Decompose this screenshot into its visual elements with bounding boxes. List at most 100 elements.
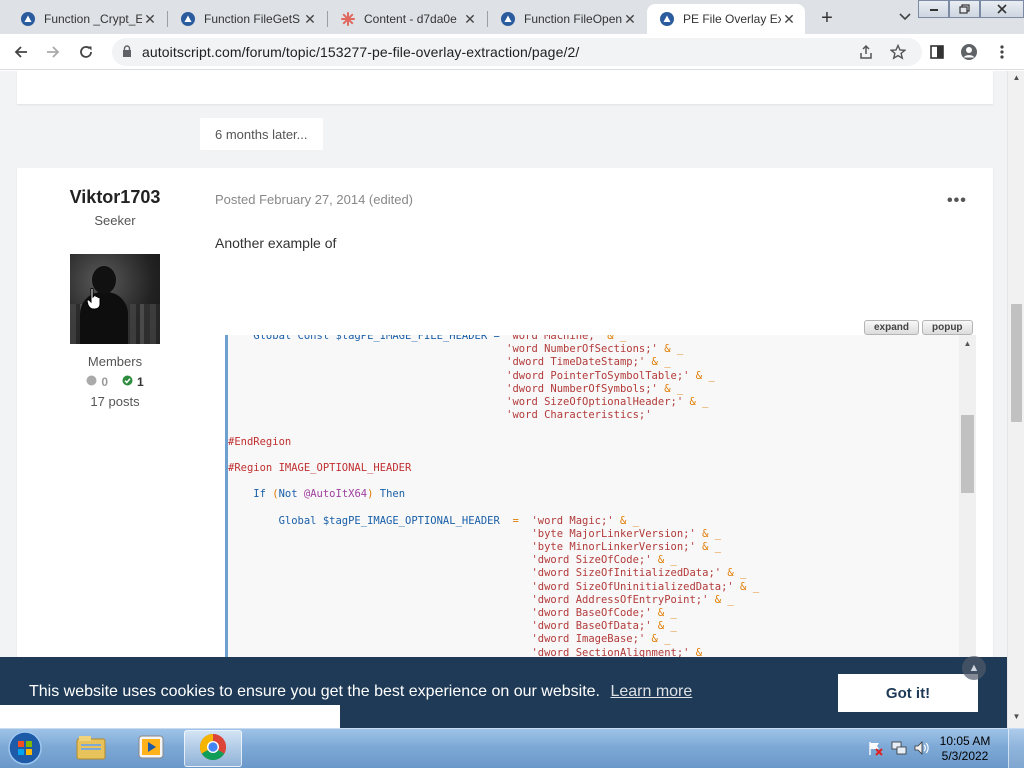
volume-icon[interactable] [912,739,930,757]
back-to-top-icon[interactable]: ▲ [962,656,986,680]
tab-function-crypt[interactable]: Function _Crypt_E ✕ [8,4,166,34]
scroll-up-arrow-icon[interactable]: ▲ [959,335,976,352]
code-line: 'dword SizeOfInitializedData;' & _ [506,567,747,580]
show-desktop-button[interactable] [1008,729,1024,768]
expand-button[interactable]: expand [864,320,920,335]
code-line: Global $tagPE_IMAGE_OPTIONAL_HEADER = 'w… [228,514,639,527]
author-rank: Seeker [94,213,136,228]
share-icon[interactable] [856,42,876,62]
side-panel-icon[interactable] [925,40,949,64]
autoit-icon [20,11,36,27]
cookie-message: This website uses cookies to ensure you … [29,683,692,701]
cookie-message-text: This website uses cookies to ensure you … [29,683,600,700]
popup-button[interactable]: popup [922,320,973,335]
code-line: 'word NumberOfSections;' & _ [506,343,684,356]
taskbar-explorer[interactable] [62,730,120,767]
post-options-menu[interactable]: ••• [947,192,967,210]
tab-title: PE File Overlay Ex [683,12,781,26]
bookmark-star-icon[interactable] [888,42,908,62]
close-icon[interactable]: ✕ [302,11,318,28]
tab-content[interactable]: Content - d7da0e ✕ [328,4,486,34]
autoit-icon [180,11,196,27]
author-post-count[interactable]: 17 posts [17,394,213,409]
author-name[interactable]: Viktor1703 [17,187,213,208]
code-line: 'dword TimeDateStamp;' & _ [506,356,671,369]
code-line: 'dword BaseOfData;' & _ [506,620,677,633]
window-close-icon[interactable] [980,0,1024,18]
post-body-text: Another example of [215,235,337,251]
taskbar-chrome[interactable] [184,730,242,767]
cookie-banner-strip [0,705,340,728]
code-line: 'dword SizeOfUninitializedData;' & _ [506,580,760,593]
check-circle-icon [122,375,133,389]
code-line: 'word SizeOfOptionalHeader;' & _ [506,395,709,408]
taskbar-media-player[interactable] [122,730,180,767]
restore-icon[interactable] [949,0,980,18]
explorer-icon [75,733,107,764]
code-line: Global Const $tagPE_IMAGE_FILE_HEADER = … [228,335,627,342]
address-bar[interactable]: autoitscript.com/forum/topic/153277-pe-f… [112,38,922,66]
kebab-menu-icon[interactable] [990,40,1014,64]
clock-date: 5/3/2022 [941,749,989,763]
close-icon[interactable]: ✕ [781,11,797,28]
code-content: Global Const $tagPE_IMAGE_FILE_HEADER = … [228,335,958,673]
tab-title: Function FileGetS [204,12,301,26]
learn-more-link[interactable]: Learn more [610,683,692,700]
autoit-icon [500,11,516,27]
avatar[interactable] [70,254,160,344]
code-line: 'dword NumberOfSymbols;' & _ [506,382,684,395]
profile-avatar-icon[interactable] [957,40,981,64]
tab-title: Content - d7da0e [364,12,457,26]
code-line: 'dword BaseOfCode;' & _ [506,606,677,619]
tab-title: Function FileOpen [524,12,622,26]
tab-title: Function _Crypt_E [44,12,142,26]
minimize-icon[interactable] [918,0,949,18]
code-line: #Region IMAGE_OPTIONAL_HEADER [228,461,412,474]
action-center-flag-icon[interactable] [866,739,884,757]
tab-function-filegets[interactable]: Function FileGetS ✕ [168,4,326,34]
code-scrollbar-thumb[interactable] [961,415,974,493]
reload-icon[interactable] [74,40,98,64]
got-it-button[interactable]: Got it! [838,674,978,712]
author-group: Members [87,354,143,369]
page-scrollbar-thumb[interactable] [1011,304,1022,422]
forward-arrow-icon[interactable] [41,40,65,64]
time-separator: 6 months later... [200,118,323,150]
new-tab-button[interactable]: + [815,6,839,30]
network-icon[interactable] [890,739,908,757]
tab-function-fileopen[interactable]: Function FileOpen ✕ [488,4,646,34]
back-arrow-icon[interactable] [9,40,33,64]
tab-pe-file-overlay[interactable]: PE File Overlay Ex ✕ [647,4,805,34]
hand-cursor-icon [86,287,101,310]
code-line: 'word Characteristics;' [506,409,652,422]
browser-toolbar: autoitscript.com/forum/topic/153277-pe-f… [0,34,1024,70]
cookie-banner: This website uses cookies to ensure you … [0,657,1007,728]
code-line: 'dword AddressOfEntryPoint;' & _ [506,593,734,606]
close-icon[interactable]: ✕ [622,11,638,28]
scroll-down-arrow-icon[interactable]: ▼ [1008,712,1024,726]
chrome-icon [198,732,228,765]
close-icon[interactable]: ✕ [462,11,478,28]
page-scrollbar[interactable]: ▲ ▼ [1007,71,1024,728]
window-controls [918,0,1024,18]
close-icon[interactable]: ✕ [142,11,158,28]
page-content: 6 months later... Viktor1703 Seeker Memb… [0,71,1024,728]
tab-search-icon[interactable] [895,7,915,27]
windows-logo-icon [8,730,42,768]
url-text: autoitscript.com/forum/topic/153277-pe-f… [142,44,580,60]
autoit-icon [659,11,675,27]
previous-post-card [17,71,993,104]
windows-taskbar: 10:05 AM 5/3/2022 [0,728,1024,768]
content-icon [340,11,356,27]
code-line: 'dword PointerToSymbolTable;' & _ [506,369,715,382]
start-button[interactable] [4,730,46,768]
code-line: If (Not @AutoItX64) Then [228,488,406,501]
system-clock[interactable]: 10:05 AM 5/3/2022 [930,734,1000,764]
forum-post: Viktor1703 Seeker Members 0 1 17 posts P… [17,168,993,728]
scroll-up-arrow-icon[interactable]: ▲ [1008,73,1024,87]
clock-time: 10:05 AM [939,734,991,748]
